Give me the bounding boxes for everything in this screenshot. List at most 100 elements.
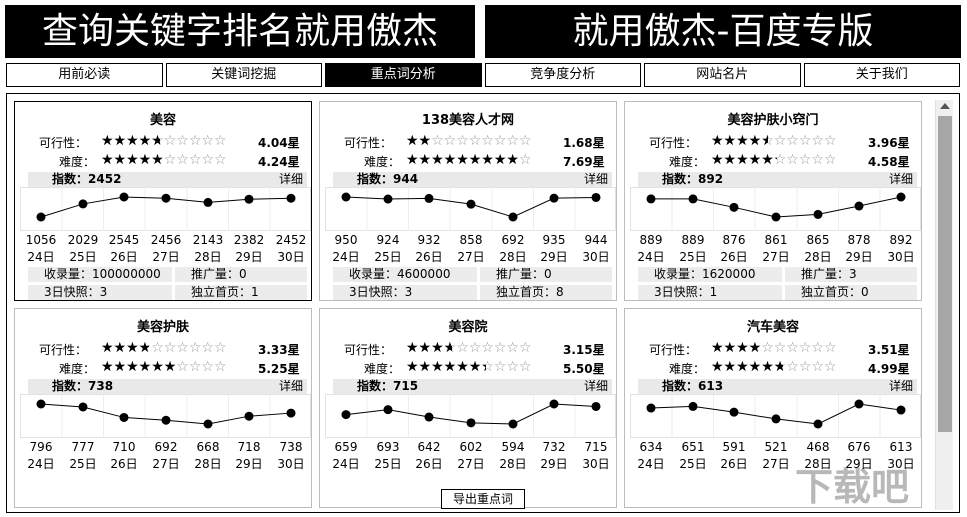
daily-values: 950 924 932 858 692 935 944 — [325, 233, 616, 247]
feasibility-label: 可行性： — [39, 136, 88, 150]
scroll-thumb[interactable] — [938, 116, 952, 432]
difficulty-stars: ☆☆☆☆☆☆☆☆☆☆★★★★★★★★★★ — [101, 360, 246, 374]
difficulty-stars: ☆☆☆☆☆☆☆☆☆☆★★★★★★★★★★ — [101, 153, 246, 167]
trend-point — [119, 192, 129, 202]
scroll-up-arrow-icon[interactable] — [940, 103, 950, 109]
trend-point — [161, 193, 171, 203]
trend-point — [286, 408, 296, 418]
trend-point — [244, 194, 254, 204]
snapshot-count: 3日快照：3 — [333, 285, 477, 300]
daily-date: 26日 — [415, 250, 443, 264]
daily-value: 2456 — [150, 233, 182, 247]
daily-value: 2452 — [275, 233, 307, 247]
trend-point — [771, 414, 781, 424]
trend-point — [78, 199, 88, 209]
tab-site-card[interactable]: 网站名片 — [644, 63, 801, 87]
difficulty-stars: ☆☆☆☆☆☆☆☆☆☆★★★★★★★★★★ — [406, 360, 551, 374]
daily-date: 28日 — [804, 250, 832, 264]
daily-date: 27日 — [152, 250, 180, 264]
promotion-count-label: 推广量： — [191, 267, 240, 281]
trend-point — [203, 197, 213, 207]
feasibility-stars: ☆☆☆☆☆☆☆☆☆☆★★★★★★★★★★ — [711, 134, 856, 148]
detail-link[interactable]: 详细 — [584, 379, 608, 394]
tab-about-us[interactable]: 关于我们 — [803, 63, 960, 87]
indexed-count-value: 4600000 — [397, 267, 451, 281]
detail-link[interactable]: 详细 — [279, 379, 303, 394]
difficulty-label: 难度： — [669, 155, 706, 169]
feasibility-rating: 3.96星 — [868, 136, 910, 150]
daily-date: 29日 — [540, 250, 568, 264]
feasibility-filled-stars-icon: ★★★★★★★★★★ — [101, 341, 149, 355]
keyword-card[interactable]: 美容护肤可行性： ☆☆☆☆☆☆☆☆☆☆★★★★★★★★★★ 3.33星难度： ☆☆☆☆… — [14, 308, 312, 508]
difficulty-rating: 7.69星 — [563, 155, 605, 169]
homepage-count: 独立首页：1 — [175, 285, 307, 300]
tab-key-term-analysis[interactable]: 重点词分析 — [325, 63, 482, 87]
daily-values: 889 889 876 861 865 878 892 — [630, 233, 921, 247]
daily-date: 26日 — [720, 457, 748, 471]
difficulty-rating: 5.25星 — [258, 362, 300, 376]
daily-date: 28日 — [194, 250, 222, 264]
daily-date: 25日 — [374, 457, 402, 471]
keyword-panel: 美容可行性： ☆☆☆☆☆☆☆☆☆☆★★★★★★★★★★ 4.04星难度： ☆☆☆☆☆☆… — [6, 93, 960, 513]
detail-link[interactable]: 详细 — [889, 172, 913, 187]
daily-dates: 24日 25日 26日 27日 28日 29日 30日 — [20, 248, 311, 264]
trend-point — [466, 199, 476, 209]
vertical-scrollbar[interactable] — [935, 100, 953, 510]
detail-link[interactable]: 详细 — [889, 379, 913, 394]
index-trend-chart — [325, 187, 616, 231]
feasibility-stars: ☆☆☆☆☆☆☆☆☆☆★★★★★★★★★★ — [101, 341, 246, 355]
tab-competition-analysis[interactable]: 竞争度分析 — [484, 63, 641, 87]
keyword-card[interactable]: 美容护肤小窍门可行性： ☆☆☆☆☆☆☆☆☆☆★★★★★★★★★★ 3.96星难度： ☆… — [624, 101, 922, 301]
daily-value: 692 — [154, 440, 178, 454]
daily-value: 878 — [847, 233, 871, 247]
difficulty-rating: 4.24星 — [258, 155, 300, 169]
homepage-count: 独立首页：0 — [785, 285, 917, 300]
tab-keyword-mining[interactable]: 关键词挖掘 — [165, 63, 322, 87]
daily-date: 28日 — [194, 457, 222, 471]
detail-link[interactable]: 详细 — [279, 172, 303, 187]
daily-values: 634 651 591 521 468 676 613 — [630, 440, 921, 454]
feasibility-filled-stars-icon: ★★★★★★★★★★ — [406, 341, 452, 355]
promotion-count: 推广量：0 — [175, 267, 307, 282]
keyword-card[interactable]: 美容院可行性： ☆☆☆☆☆☆☆☆☆☆★★★★★★★★★★ 3.15星难度： ☆☆☆☆☆… — [319, 308, 617, 508]
index-value: 指数：892 — [662, 172, 723, 187]
index-number: 944 — [393, 172, 419, 186]
trend-point — [591, 192, 601, 202]
keyword-card-grid: 美容可行性： ☆☆☆☆☆☆☆☆☆☆★★★★★★★★★★ 4.04星难度： ☆☆☆☆☆☆… — [14, 101, 934, 511]
daily-date: 27日 — [152, 457, 180, 471]
difficulty-filled-stars-icon: ★★★★★★★★★★ — [406, 360, 486, 374]
daily-date: 28日 — [499, 250, 527, 264]
daily-value: 468 — [806, 440, 830, 454]
daily-value: 876 — [722, 233, 746, 247]
daily-date: 29日 — [235, 457, 263, 471]
trend-point — [36, 399, 46, 409]
index-label: 指数： — [662, 172, 699, 186]
daily-date: 24日 — [27, 250, 55, 264]
keyword-card[interactable]: 138美容人才网可行性： ☆☆☆☆☆☆☆☆☆☆★★★★★★★★★★ 1.68星难度：… — [319, 101, 617, 301]
daily-date: 27日 — [762, 250, 790, 264]
feasibility-rating: 3.33星 — [258, 343, 300, 357]
index-number: 892 — [698, 172, 724, 186]
difficulty-label: 难度： — [364, 362, 401, 376]
trend-point — [854, 201, 864, 211]
daily-date: 26日 — [720, 250, 748, 264]
feasibility-rating: 4.04星 — [258, 136, 300, 150]
index-trend-chart — [630, 394, 921, 438]
daily-date: 27日 — [457, 457, 485, 471]
trend-point — [508, 212, 518, 222]
keyword-card[interactable]: 美容可行性： ☆☆☆☆☆☆☆☆☆☆★★★★★★★★★★ 4.04星难度： ☆☆☆☆☆☆… — [14, 101, 312, 301]
tab-bar: 用前必读 关键词挖掘 重点词分析 竞争度分析 网站名片 关于我们 — [6, 63, 960, 87]
tab-guide[interactable]: 用前必读 — [6, 63, 163, 87]
daily-value: 858 — [459, 233, 483, 247]
daily-date: 25日 — [679, 250, 707, 264]
detail-link[interactable]: 详细 — [584, 172, 608, 187]
daily-value: 594 — [501, 440, 525, 454]
feasibility-stars: ☆☆☆☆☆☆☆☆☆☆★★★★★★★★★★ — [406, 341, 551, 355]
daily-values: 796 777 710 692 668 718 738 — [20, 440, 311, 454]
export-key-terms-button[interactable]: 导出重点词 — [441, 489, 525, 509]
indexed-count-value: 100000000 — [92, 267, 161, 281]
index-trend-chart — [20, 394, 311, 438]
feasibility-label: 可行性： — [649, 136, 698, 150]
index-value: 指数：715 — [357, 379, 418, 394]
daily-value: 796 — [29, 440, 53, 454]
